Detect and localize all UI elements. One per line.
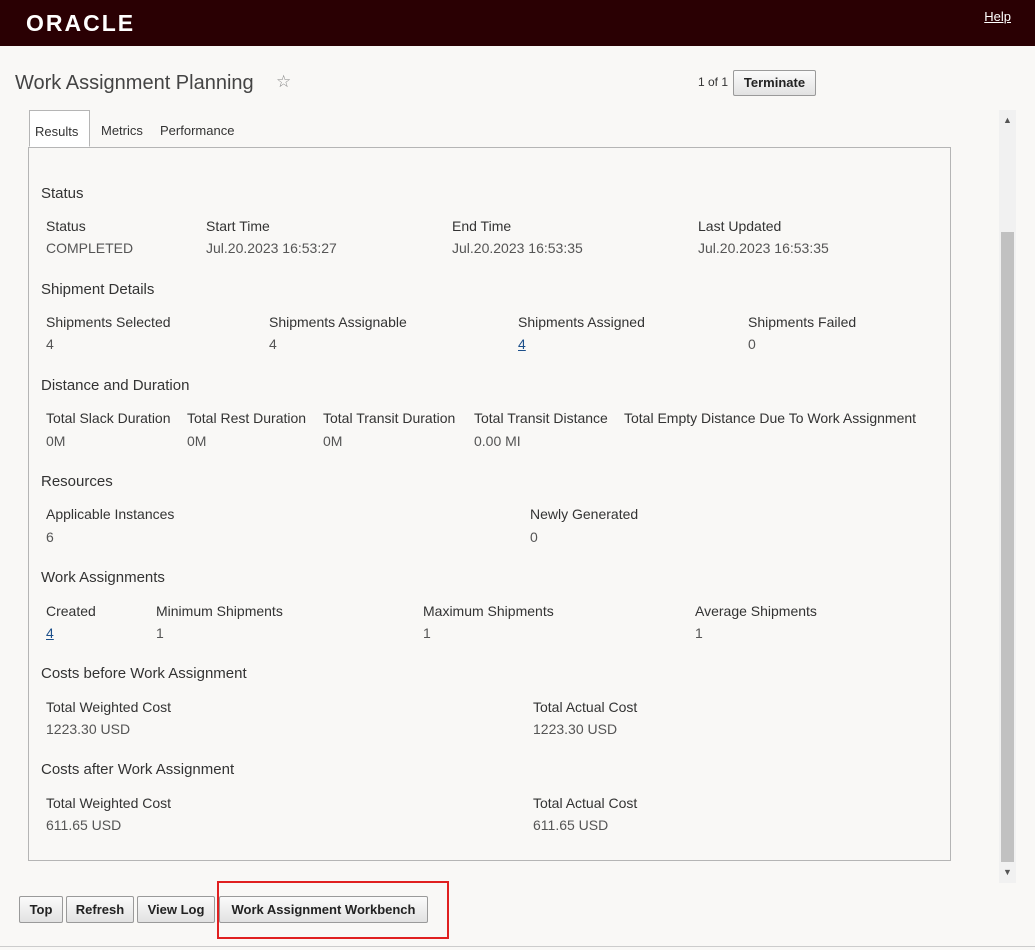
status-value: COMPLETED	[46, 240, 134, 256]
minimum-shipments-label: Minimum Shipments	[156, 603, 283, 619]
total-rest-duration-value: 0M	[187, 433, 207, 449]
scroll-up-arrow-icon[interactable]: ▲	[999, 112, 1016, 129]
after-actual-cost-value: 611.65 USD	[533, 817, 609, 833]
before-weighted-cost-label: Total Weighted Cost	[46, 699, 172, 715]
tab-results[interactable]: Results	[29, 110, 90, 147]
applicable-instances-value: 6	[46, 529, 54, 545]
maximum-shipments-label: Maximum Shipments	[423, 603, 554, 619]
before-weighted-cost-value: 1223.30 USD	[46, 721, 131, 737]
total-transit-distance-label: Total Transit Distance	[474, 410, 608, 426]
maximum-shipments-value: 1	[423, 625, 431, 641]
end-time-value: Jul.20.2023 16:53:35	[452, 240, 583, 256]
top-button[interactable]: Top	[19, 896, 63, 923]
minimum-shipments-value: 1	[156, 625, 164, 641]
favorite-star-icon[interactable]: ☆	[276, 72, 291, 92]
vertical-scrollbar[interactable]: ▲ ▼	[999, 110, 1016, 883]
after-actual-cost-label: Total Actual Cost	[533, 795, 638, 811]
shipments-assigned-label: Shipments Assigned	[518, 314, 645, 330]
oracle-header-bar: ORACLE Help	[0, 0, 1035, 46]
oracle-logo: ORACLE	[26, 10, 136, 36]
tab-metrics[interactable]: Metrics	[101, 110, 143, 147]
before-actual-cost-value: 1223.30 USD	[533, 721, 618, 737]
start-time-value: Jul.20.2023 16:53:27	[206, 240, 337, 256]
applicable-instances-label: Applicable Instances	[46, 506, 175, 522]
shipments-failed-label: Shipments Failed	[748, 314, 857, 330]
help-link[interactable]: Help	[984, 9, 1011, 24]
total-transit-distance-value: 0.00 MI	[474, 433, 521, 449]
total-slack-duration-value: 0M	[46, 433, 66, 449]
resources-title: Resources	[41, 473, 113, 490]
view-log-button[interactable]: View Log	[137, 896, 215, 923]
pager-count: 1 of 1	[698, 75, 729, 89]
work-assignment-workbench-button[interactable]: Work Assignment Workbench	[219, 896, 428, 923]
distance-duration-title: Distance and Duration	[41, 377, 190, 394]
shipments-assignable-value: 4	[269, 336, 277, 352]
after-weighted-cost-label: Total Weighted Cost	[46, 795, 172, 811]
last-updated-label: Last Updated	[698, 218, 782, 234]
total-transit-duration-label: Total Transit Duration	[323, 410, 456, 426]
newly-generated-label: Newly Generated	[530, 506, 639, 522]
shipments-selected-value: 4	[46, 336, 54, 352]
shipment-details-title: Shipment Details	[41, 281, 155, 298]
work-assignments-title: Work Assignments	[41, 569, 165, 586]
shipments-assignable-label: Shipments Assignable	[269, 314, 407, 330]
scroll-down-arrow-icon[interactable]: ▼	[999, 864, 1016, 881]
bottom-divider	[0, 946, 1035, 947]
average-shipments-label: Average Shipments	[695, 603, 817, 619]
total-slack-duration-label: Total Slack Duration	[46, 410, 171, 426]
status-label: Status	[46, 218, 86, 234]
scroll-thumb[interactable]	[1001, 232, 1014, 862]
page-title: Work Assignment Planning	[15, 72, 254, 94]
last-updated-value: Jul.20.2023 16:53:35	[698, 240, 829, 256]
costs-before-title: Costs before Work Assignment	[41, 665, 247, 682]
total-empty-distance-label: Total Empty Distance Due To Work Assignm…	[624, 410, 917, 426]
after-weighted-cost-value: 611.65 USD	[46, 817, 122, 833]
shipments-failed-value: 0	[748, 336, 756, 352]
start-time-label: Start Time	[206, 218, 270, 234]
total-transit-duration-value: 0M	[323, 433, 343, 449]
shipments-assigned-link[interactable]: 4	[518, 336, 526, 352]
tab-performance[interactable]: Performance	[160, 110, 234, 147]
created-label: Created	[46, 603, 96, 619]
before-actual-cost-label: Total Actual Cost	[533, 699, 638, 715]
newly-generated-value: 0	[530, 529, 538, 545]
terminate-button[interactable]: Terminate	[733, 70, 816, 96]
end-time-label: End Time	[452, 218, 512, 234]
refresh-button[interactable]: Refresh	[66, 896, 134, 923]
created-link[interactable]: 4	[46, 625, 54, 641]
costs-after-title: Costs after Work Assignment	[41, 761, 235, 778]
status-section-title: Status	[41, 185, 84, 202]
average-shipments-value: 1	[695, 625, 703, 641]
shipments-selected-label: Shipments Selected	[46, 314, 171, 330]
results-panel: Status Status Start Time End Time Last U…	[28, 147, 951, 861]
total-rest-duration-label: Total Rest Duration	[187, 410, 307, 426]
